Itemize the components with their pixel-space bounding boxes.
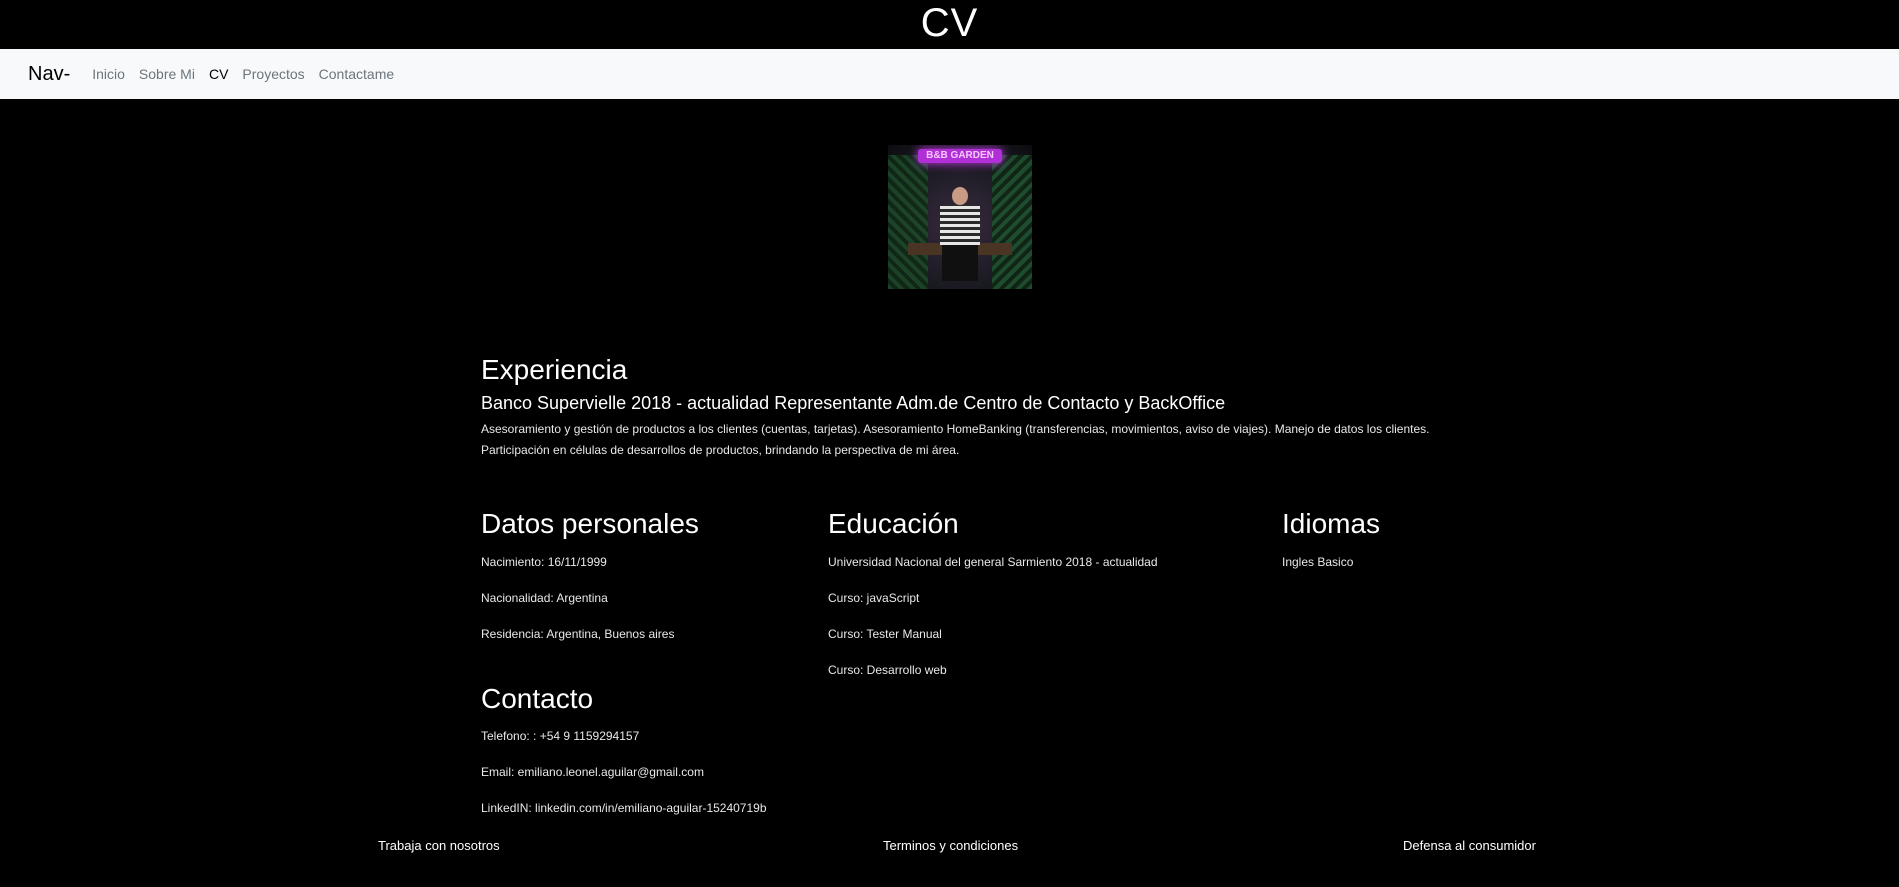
experience-section: Experiencia Banco Supervielle 2018 - act… xyxy=(481,352,1441,461)
nav-link-inicio[interactable]: Inicio xyxy=(92,66,125,82)
nav-link-cv[interactable]: CV xyxy=(209,66,228,82)
footer-link-defensa[interactable]: Defensa al consumidor xyxy=(1403,838,1536,853)
contact-section: Contacto Telefono: : +54 9 1159294157 Em… xyxy=(481,681,767,836)
photo-person-head xyxy=(952,187,968,205)
contact-linkedin[interactable]: LinkedIN: linkedin.com/in/emiliano-aguil… xyxy=(481,800,767,816)
top-header: CV xyxy=(0,0,1899,49)
nav-link-proyectos[interactable]: Proyectos xyxy=(242,66,304,82)
nav-brand[interactable]: Nav- xyxy=(28,63,70,86)
profile-photo: B&B GARDEN xyxy=(888,145,1032,289)
contact-email[interactable]: Email: emiliano.leonel.aguilar@gmail.com xyxy=(481,764,767,780)
nav-link-sobre-mi[interactable]: Sobre Mi xyxy=(139,66,195,82)
photo-person-body xyxy=(940,205,980,245)
education-item: Curso: Desarrollo web xyxy=(828,663,947,677)
personal-item: Residencia: Argentina, Buenos aires xyxy=(481,627,675,641)
page-title: CV xyxy=(920,1,979,45)
profile-photo-image: B&B GARDEN xyxy=(888,145,1032,289)
footer: Trabaja con nosotros Terminos y condicio… xyxy=(0,838,1899,858)
education-item: Universidad Nacional del general Sarmien… xyxy=(828,555,1158,569)
personal-heading: Datos personales xyxy=(481,508,699,539)
personal-section: Datos personales Nacimiento: 16/11/1999 … xyxy=(481,506,699,662)
education-heading: Educación xyxy=(828,508,959,539)
languages-heading: Idiomas xyxy=(1282,508,1381,539)
education-section: Educación Universidad Nacional del gener… xyxy=(828,506,1158,698)
contact-phone: Telefono: : +54 9 1159294157 xyxy=(481,729,640,743)
photo-person-legs xyxy=(942,245,978,281)
nav-link-contactame[interactable]: Contactame xyxy=(319,66,394,82)
experience-job-title: Banco Supervielle 2018 - actualidad Repr… xyxy=(481,393,1226,413)
personal-item: Nacimiento: 16/11/1999 xyxy=(481,555,607,569)
languages-section: Idiomas Ingles Basico xyxy=(1282,506,1380,590)
experience-heading: Experiencia xyxy=(481,354,628,385)
photo-plant-right xyxy=(992,155,1032,289)
photo-neon-sign: B&B GARDEN xyxy=(918,149,1002,163)
photo-plant-left xyxy=(888,155,928,289)
education-item: Curso: javaScript xyxy=(828,591,920,605)
personal-item: Nacionalidad: Argentina xyxy=(481,591,608,605)
experience-description: Asesoramiento y gestión de productos a l… xyxy=(481,422,1430,457)
education-item: Curso: Tester Manual xyxy=(828,627,942,641)
contact-heading: Contacto xyxy=(481,683,594,714)
languages-item: Ingles Basico xyxy=(1282,555,1354,569)
footer-link-terminos[interactable]: Terminos y condiciones xyxy=(883,838,1018,853)
navbar: Nav- Inicio Sobre Mi CV Proyectos Contac… xyxy=(0,49,1899,99)
footer-link-trabaja[interactable]: Trabaja con nosotros xyxy=(378,838,500,853)
